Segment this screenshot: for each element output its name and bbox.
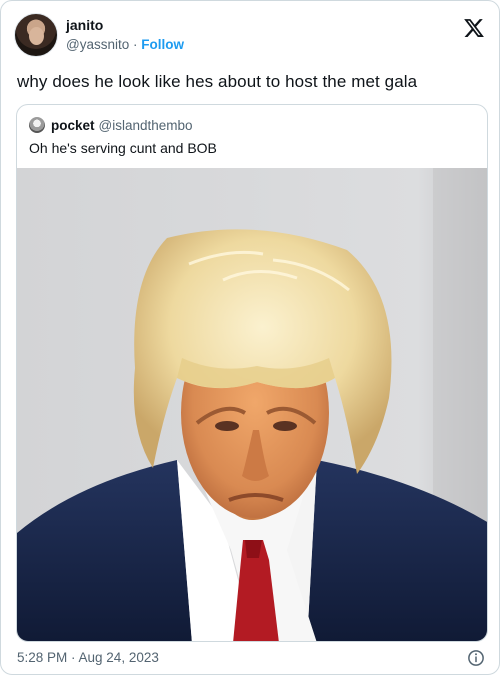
tweet-timestamp[interactable]: 5:28 PM · Aug 24, 2023 — [17, 650, 159, 665]
author-avatar[interactable] — [14, 13, 58, 57]
photo-illustration — [17, 168, 487, 641]
quoted-tweet[interactable]: pocket @islandthembo Oh he's serving cun… — [16, 104, 488, 642]
handle-separator: · — [129, 37, 142, 52]
quoted-tweet-text: Oh he's serving cunt and BOB — [29, 140, 217, 156]
quoted-tweet-header: pocket @islandthembo — [29, 116, 193, 134]
quoted-tweet-photo[interactable] — [17, 168, 487, 641]
quoted-author-handle: @islandthembo — [98, 117, 193, 133]
author-handle-row: @yassnito · Follow — [66, 36, 184, 54]
tweet-header: janito @yassnito · Follow — [14, 13, 485, 59]
follow-button[interactable]: Follow — [141, 37, 184, 52]
quoted-author-avatar — [29, 117, 45, 133]
author-handle[interactable]: @yassnito — [66, 37, 129, 52]
tweet-text: why does he look like hes about to host … — [17, 72, 418, 91]
author-info: janito @yassnito · Follow — [66, 16, 184, 54]
x-logo-icon[interactable] — [463, 17, 485, 39]
quoted-author-display-name: pocket — [51, 117, 95, 133]
info-icon[interactable] — [467, 649, 485, 667]
author-display-name[interactable]: janito — [66, 16, 184, 34]
tweet-footer: 5:28 PM · Aug 24, 2023 — [17, 648, 485, 668]
tweet-card: janito @yassnito · Follow why does he lo… — [0, 0, 500, 675]
